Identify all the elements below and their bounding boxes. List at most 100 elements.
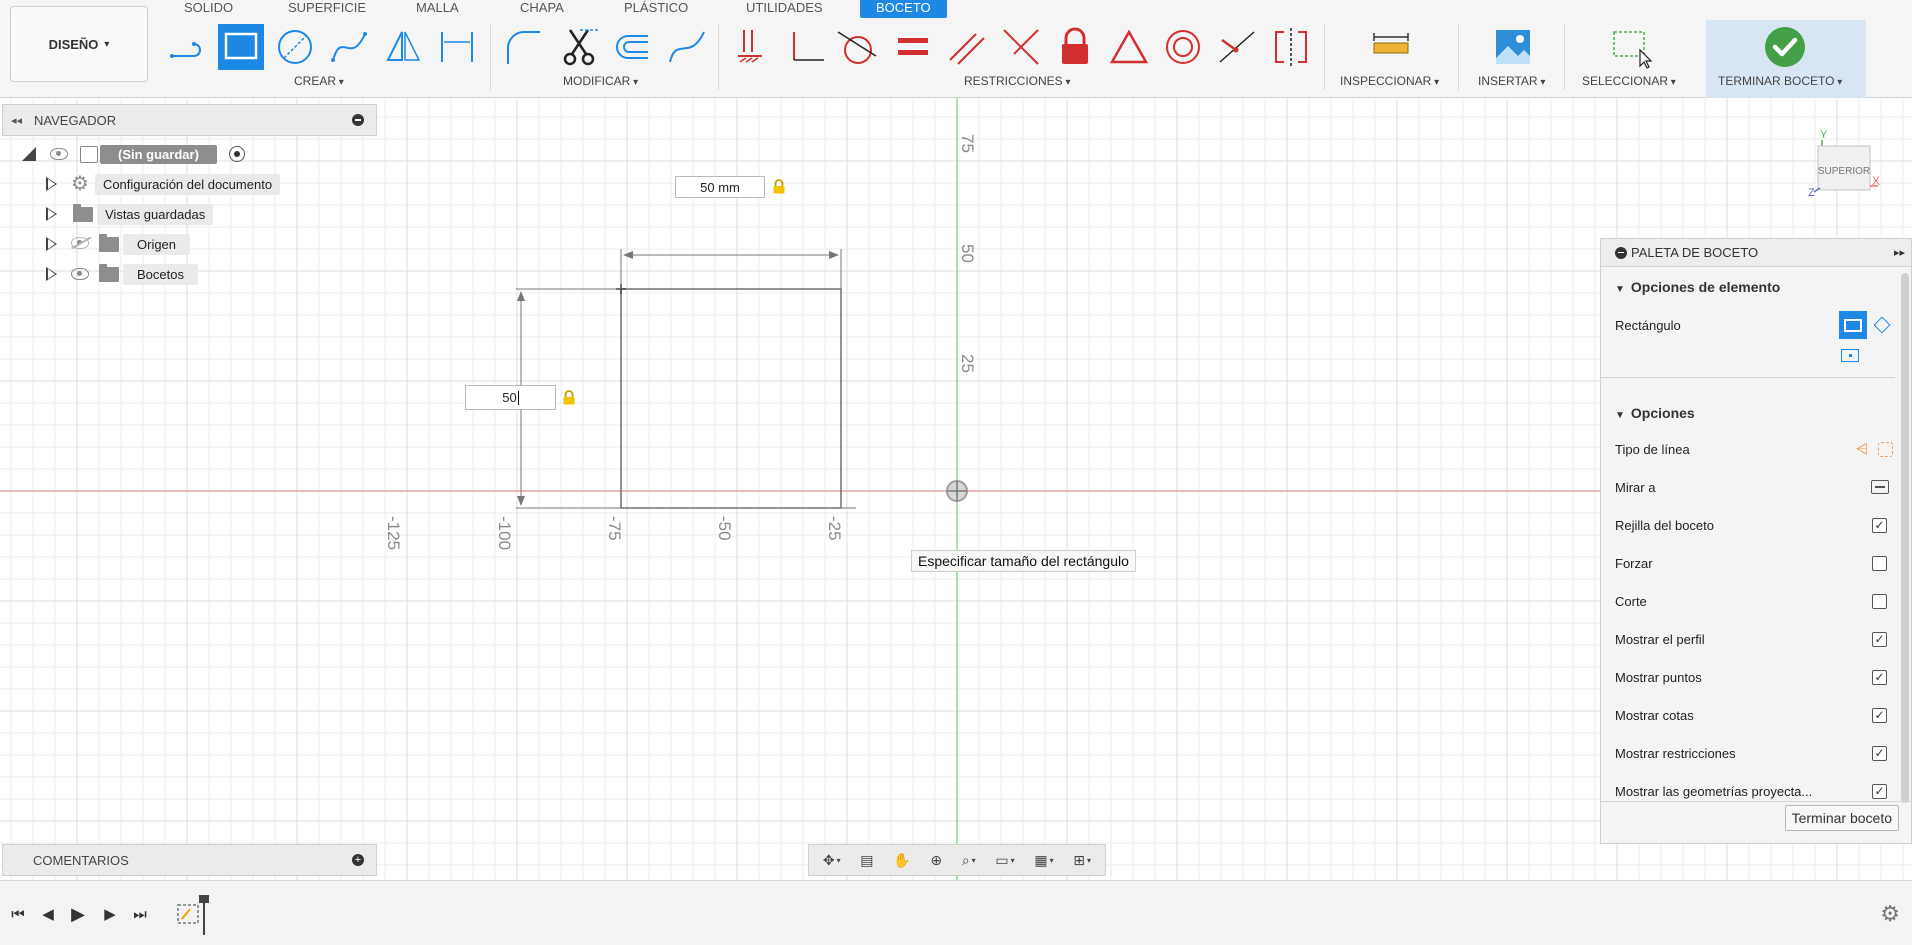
two-point-rectangle-icon[interactable] [1839, 311, 1867, 339]
fix-constraint-button[interactable] [1052, 24, 1098, 70]
inspect-group-label[interactable]: INSPECCIONAR [1340, 74, 1439, 88]
tab-malla[interactable]: MALLA [416, 0, 459, 18]
fit-tool[interactable]: ⌕ ▾ [962, 852, 976, 869]
expand-panel-icon[interactable]: ▸▸ [1894, 246, 1905, 259]
timeline-sketch-feature[interactable] [176, 895, 210, 935]
symmetry-constraint-button[interactable] [1268, 24, 1314, 70]
look-at-tool[interactable]: ▤ [860, 852, 873, 869]
add-comment-icon[interactable]: + [352, 854, 364, 866]
browser-node-sketches[interactable]: Bocetos [46, 262, 198, 286]
create-group-label[interactable]: CREAR [294, 74, 344, 88]
parallel-constraint-button[interactable] [944, 24, 990, 70]
timeline-play-button[interactable]: ▶ [68, 904, 88, 924]
browser-node-saved-views[interactable]: Vistas guardadas [46, 202, 214, 226]
centerline-icon[interactable] [1878, 441, 1893, 457]
tab-utilidades[interactable]: UTILIDADES [746, 0, 823, 18]
width-dimension-field[interactable]: 50 mm [675, 176, 765, 198]
midpoint-constraint-button[interactable] [1106, 24, 1152, 70]
tab-superficie[interactable]: SUPERFICIE [288, 0, 366, 18]
tab-boceto[interactable]: BOCETO [860, 0, 947, 18]
palette-header[interactable]: PALETA DE BOCETO ▸▸ [1601, 239, 1911, 267]
root-component-label[interactable]: (Sin guardar) [100, 144, 217, 164]
select-group-label[interactable]: SELECCIONAR [1582, 74, 1676, 88]
visibility-eye-icon[interactable] [71, 268, 89, 280]
height-dimension-input[interactable]: 50 [465, 385, 556, 410]
measure-tool-button[interactable] [1368, 24, 1414, 70]
horizontal-vertical-constraint-button[interactable] [998, 24, 1044, 70]
finish-sketch-button[interactable]: Terminar boceto [1784, 805, 1899, 831]
expand-triangle-icon[interactable] [46, 177, 57, 191]
browser-panel-header[interactable]: ◂◂ NAVEGADOR [2, 104, 377, 136]
timeline-marker-icon[interactable] [199, 895, 209, 903]
mirror-tool-button[interactable] [380, 24, 426, 70]
expanded-triangle-icon[interactable] [22, 147, 36, 161]
insert-image-button[interactable] [1490, 24, 1536, 70]
section-collapse-icon[interactable]: ▼ [1615, 284, 1625, 295]
zoom-tool[interactable]: ⊕ [930, 852, 942, 869]
look-at-icon[interactable] [1871, 480, 1889, 494]
show-projected-geometry-checkbox[interactable]: ✓ [1872, 783, 1887, 799]
insert-group-label[interactable]: INSERTAR [1478, 74, 1545, 88]
activate-radio-icon[interactable] [228, 146, 245, 162]
constraints-group-label[interactable]: RESTRICCIONES [964, 74, 1071, 88]
rectangle-tool-button[interactable] [218, 24, 264, 70]
expand-triangle-icon[interactable] [46, 207, 57, 221]
three-point-rectangle-icon[interactable] [1871, 314, 1893, 336]
sketch-rectangle[interactable] [620, 288, 842, 509]
spline-tool-button[interactable] [326, 24, 372, 70]
sketch-grid-checkbox[interactable]: ✓ [1872, 517, 1887, 533]
curve-tool-button[interactable] [664, 24, 710, 70]
dimension-tool-button[interactable] [434, 24, 480, 70]
trim-tool-button[interactable] [556, 24, 602, 70]
circle-tool-button[interactable] [272, 24, 318, 70]
show-constraints-checkbox[interactable]: ✓ [1872, 745, 1887, 761]
timeline-first-button[interactable]: ⏮ [8, 904, 28, 924]
concentric-constraint-button[interactable] [1160, 24, 1206, 70]
select-tool-button[interactable] [1608, 24, 1654, 70]
tangent-constraint-button[interactable] [834, 24, 880, 70]
snap-checkbox[interactable] [1872, 555, 1887, 571]
view-cube[interactable]: Y SUPERIOR X Z [1808, 128, 1882, 199]
grid-settings-tool[interactable]: ▦ ▾ [1034, 852, 1053, 869]
browser-node-label[interactable]: Bocetos [123, 263, 198, 285]
fillet-tool-button[interactable] [500, 24, 546, 70]
show-dimensions-checkbox[interactable]: ✓ [1872, 707, 1887, 723]
offset-tool-button[interactable] [608, 24, 654, 70]
collinear-constraint-button[interactable] [1214, 24, 1260, 70]
palette-minus-icon[interactable] [1615, 246, 1627, 259]
comments-panel-header[interactable]: COMENTARIOS + [2, 844, 377, 876]
display-settings-tool[interactable]: ▭ ▾ [995, 852, 1014, 869]
gear-icon[interactable]: ⚙ [1880, 901, 1900, 927]
element-options-section[interactable]: ▼ Opciones de elemento [1615, 279, 1780, 295]
show-profile-checkbox[interactable]: ✓ [1872, 631, 1887, 647]
timeline-previous-button[interactable]: ◀ [38, 904, 58, 924]
expand-triangle-icon[interactable] [46, 267, 57, 281]
visibility-eye-icon[interactable] [50, 148, 68, 160]
equal-constraint-button[interactable] [890, 24, 936, 70]
line-tool-button[interactable] [164, 24, 210, 70]
pan-tool[interactable]: ✋ [893, 852, 910, 869]
panel-minus-icon[interactable] [352, 114, 364, 126]
perpendicular-constraint-button[interactable] [784, 24, 830, 70]
modify-group-label[interactable]: MODIFICAR [563, 74, 638, 88]
browser-root-node[interactable]: (Sin guardar) [22, 142, 245, 166]
expand-triangle-icon[interactable] [46, 237, 57, 251]
section-collapse-icon[interactable]: ▼ [1615, 410, 1625, 421]
browser-node-label[interactable]: Origen [123, 233, 191, 255]
tab-plastico[interactable]: PLÁSTICO [624, 0, 688, 18]
show-points-checkbox[interactable]: ✓ [1872, 669, 1887, 685]
browser-node-document-settings[interactable]: ⚙ Configuración del documento [46, 172, 281, 196]
finish-sketch-label[interactable]: TERMINAR BOCETO [1718, 74, 1842, 88]
construction-line-icon[interactable]: ⩤ [1856, 441, 1868, 458]
orbit-tool[interactable]: ✥ ▾ [823, 852, 841, 869]
browser-node-origin[interactable]: Origen [46, 232, 191, 256]
browser-node-label[interactable]: Vistas guardadas [97, 203, 214, 225]
browser-node-label[interactable]: Configuración del documento [94, 173, 281, 195]
hidden-eye-icon[interactable] [71, 236, 91, 252]
options-section[interactable]: ▼ Opciones [1615, 405, 1695, 421]
slice-checkbox[interactable] [1872, 593, 1887, 609]
center-rectangle-icon[interactable] [1841, 348, 1859, 362]
timeline-last-button[interactable]: ⏭ [130, 904, 150, 924]
finish-sketch-area[interactable]: TERMINAR BOCETO [1706, 20, 1866, 98]
tab-solido[interactable]: SOLIDO [184, 0, 233, 18]
